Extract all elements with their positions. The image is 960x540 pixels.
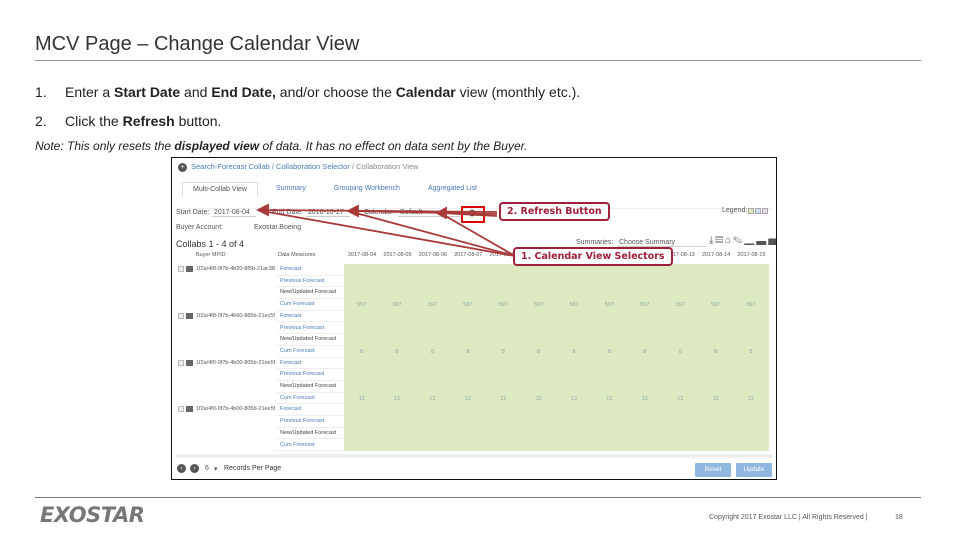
- calendar-callout: 1. Calendar View Selectors: [513, 247, 673, 266]
- footer-divider: [35, 497, 921, 498]
- arrowhead: [255, 203, 269, 217]
- refresh-callout: 2. Refresh Button: [499, 202, 610, 221]
- arrowhead: [435, 206, 447, 220]
- callout-arrows: [255, 203, 516, 257]
- page-number: 18: [895, 514, 903, 521]
- arrow: [351, 211, 516, 257]
- copyright: Copyright 2017 Exostar LLC | All Rights …: [709, 514, 868, 521]
- exostar-logo: EXOSTAR: [40, 503, 145, 527]
- arrowhead: [345, 204, 359, 218]
